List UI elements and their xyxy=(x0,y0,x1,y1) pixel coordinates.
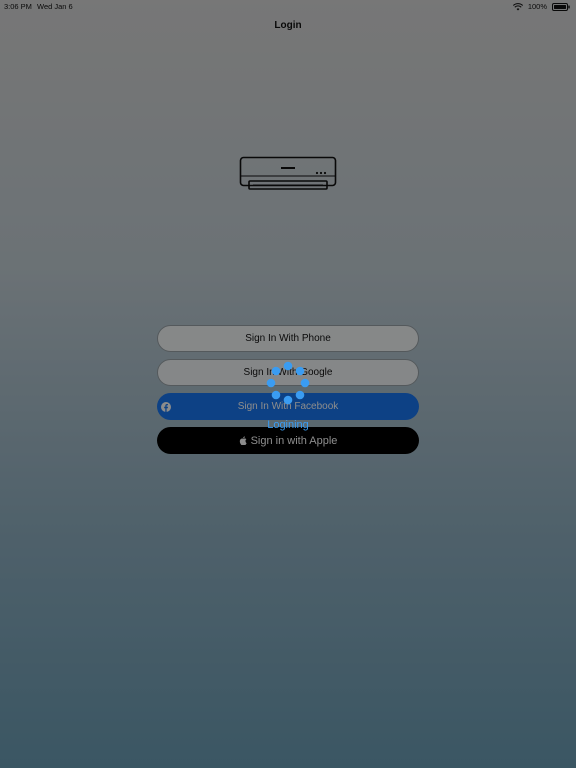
loading-label: Logining xyxy=(267,419,309,431)
loading-spinner-icon xyxy=(265,360,311,406)
login-screen: 3:06 PM Wed Jan 6 100% Login Sign In Wit… xyxy=(0,0,576,768)
